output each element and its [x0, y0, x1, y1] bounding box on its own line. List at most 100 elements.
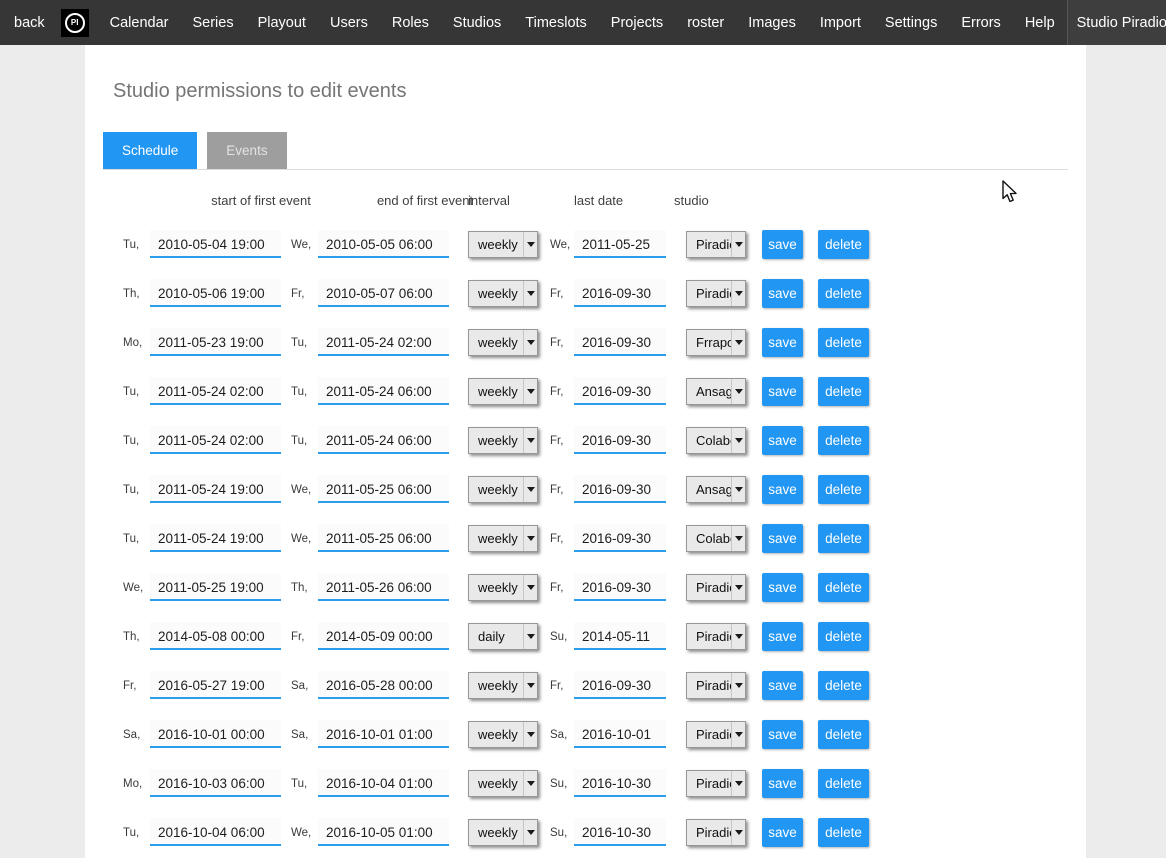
last-date-input[interactable] — [574, 475, 666, 503]
save-button[interactable]: save — [762, 426, 803, 455]
last-date-input[interactable] — [574, 230, 666, 258]
interval-select[interactable]: weekly — [468, 672, 538, 699]
nav-link[interactable]: Projects — [599, 15, 675, 31]
delete-button[interactable]: delete — [818, 279, 869, 308]
end-input[interactable] — [318, 377, 449, 405]
studio-select[interactable]: Piradio — [686, 280, 746, 307]
nav-link[interactable]: Timeslots — [513, 15, 599, 31]
start-input[interactable] — [150, 524, 281, 552]
back-link[interactable]: back — [0, 15, 55, 31]
interval-select[interactable]: weekly — [468, 721, 538, 748]
start-input[interactable] — [150, 328, 281, 356]
end-input[interactable] — [318, 769, 449, 797]
delete-button[interactable]: delete — [818, 524, 869, 553]
nav-link[interactable]: Import — [808, 15, 873, 31]
interval-select[interactable]: weekly — [468, 525, 538, 552]
interval-select[interactable]: weekly — [468, 378, 538, 405]
delete-button[interactable]: delete — [818, 475, 869, 504]
save-button[interactable]: save — [762, 524, 803, 553]
nav-link[interactable]: Playout — [246, 15, 318, 31]
save-button[interactable]: save — [762, 573, 803, 602]
studio-select[interactable]: Colabo — [686, 525, 746, 552]
delete-button[interactable]: delete — [818, 426, 869, 455]
nav-link[interactable]: Settings — [873, 15, 949, 31]
last-date-input[interactable] — [574, 769, 666, 797]
start-input[interactable] — [150, 279, 281, 307]
nav-link[interactable]: Users — [318, 15, 380, 31]
studio-select[interactable]: Piradio — [686, 623, 746, 650]
studio-select[interactable]: Colabo — [686, 427, 746, 454]
interval-select[interactable]: weekly — [468, 329, 538, 356]
delete-button[interactable]: delete — [818, 622, 869, 651]
studio-select[interactable]: Ansage — [686, 476, 746, 503]
save-button[interactable]: save — [762, 377, 803, 406]
interval-select[interactable]: weekly — [468, 819, 538, 846]
last-date-input[interactable] — [574, 377, 666, 405]
nav-link[interactable]: Roles — [380, 15, 441, 31]
delete-button[interactable]: delete — [818, 377, 869, 406]
delete-button[interactable]: delete — [818, 573, 869, 602]
studio-select[interactable]: Ansage — [686, 378, 746, 405]
save-button[interactable]: save — [762, 279, 803, 308]
studio-select[interactable]: Piradio — [686, 770, 746, 797]
delete-button[interactable]: delete — [818, 720, 869, 749]
end-input[interactable] — [318, 279, 449, 307]
nav-link[interactable]: roster — [675, 15, 736, 31]
tab-schedule[interactable]: Schedule — [103, 132, 197, 169]
last-date-input[interactable] — [574, 671, 666, 699]
start-input[interactable] — [150, 426, 281, 454]
delete-button[interactable]: delete — [818, 671, 869, 700]
start-input[interactable] — [150, 573, 281, 601]
delete-button[interactable]: delete — [818, 769, 869, 798]
interval-select[interactable]: weekly — [468, 476, 538, 503]
start-input[interactable] — [150, 818, 281, 846]
studio-select[interactable]: Piradio — [686, 231, 746, 258]
interval-select[interactable]: weekly — [468, 770, 538, 797]
start-input[interactable] — [150, 769, 281, 797]
start-input[interactable] — [150, 230, 281, 258]
end-input[interactable] — [318, 328, 449, 356]
save-button[interactable]: save — [762, 671, 803, 700]
tab-events[interactable]: Events — [207, 132, 286, 169]
nav-link[interactable]: Calendar — [98, 15, 181, 31]
save-button[interactable]: save — [762, 818, 803, 847]
start-input[interactable] — [150, 377, 281, 405]
interval-select[interactable]: daily — [468, 623, 538, 650]
interval-select[interactable]: weekly — [468, 574, 538, 601]
start-input[interactable] — [150, 671, 281, 699]
studio-select[interactable]: Piradio — [686, 819, 746, 846]
save-button[interactable]: save — [762, 475, 803, 504]
last-date-input[interactable] — [574, 720, 666, 748]
last-date-input[interactable] — [574, 328, 666, 356]
end-input[interactable] — [318, 720, 449, 748]
end-input[interactable] — [318, 524, 449, 552]
end-input[interactable] — [318, 622, 449, 650]
save-button[interactable]: save — [762, 720, 803, 749]
delete-button[interactable]: delete — [818, 328, 869, 357]
last-date-input[interactable] — [574, 818, 666, 846]
end-input[interactable] — [318, 818, 449, 846]
last-date-input[interactable] — [574, 622, 666, 650]
nav-link[interactable]: Images — [736, 15, 808, 31]
start-input[interactable] — [150, 622, 281, 650]
studio-select[interactable]: Frrapo — [686, 329, 746, 356]
start-input[interactable] — [150, 475, 281, 503]
studio-select[interactable]: Piradio — [686, 672, 746, 699]
nav-link[interactable]: Studios — [441, 15, 513, 31]
studio-select[interactable]: Piradio — [686, 721, 746, 748]
interval-select[interactable]: weekly — [468, 427, 538, 454]
nav-link[interactable]: Series — [180, 15, 245, 31]
start-input[interactable] — [150, 720, 281, 748]
last-date-input[interactable] — [574, 426, 666, 454]
nav-link[interactable]: Help — [1013, 15, 1067, 31]
delete-button[interactable]: delete — [818, 230, 869, 259]
end-input[interactable] — [318, 426, 449, 454]
delete-button[interactable]: delete — [818, 818, 869, 847]
last-date-input[interactable] — [574, 573, 666, 601]
save-button[interactable]: save — [762, 328, 803, 357]
last-date-input[interactable] — [574, 524, 666, 552]
studio-dropdown[interactable]: Studio Piradio — [1077, 0, 1166, 45]
end-input[interactable] — [318, 671, 449, 699]
end-input[interactable] — [318, 475, 449, 503]
save-button[interactable]: save — [762, 769, 803, 798]
